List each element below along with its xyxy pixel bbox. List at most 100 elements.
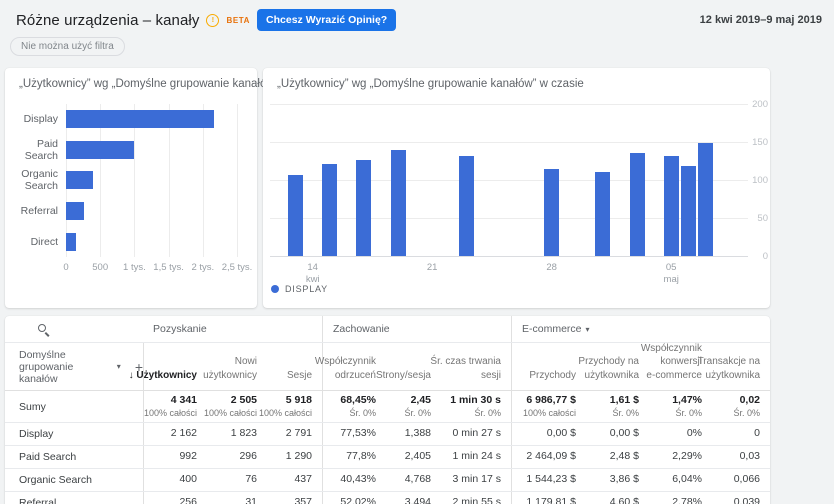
time-bar-5-maj[interactable] xyxy=(663,155,679,256)
time-bar-13-kwi[interactable] xyxy=(288,174,304,256)
bar-track xyxy=(66,171,237,190)
column-header-transakcje-na[interactable]: Transakcje na użytkownika xyxy=(698,343,770,390)
gridline xyxy=(237,104,238,257)
column-header--r-czas-trwania[interactable]: Śr. czas trwania sesji xyxy=(430,343,511,390)
cell-value: 296 xyxy=(239,450,257,463)
bar-display[interactable] xyxy=(66,110,214,129)
column-header-nowi[interactable]: Nowi użytkownicy xyxy=(203,343,267,390)
category-label: Display xyxy=(23,113,58,126)
date-range-selector[interactable]: 12 kwi 2019–9 maj 2019 xyxy=(700,14,822,26)
gridline xyxy=(270,142,748,143)
value-cell: 2 162 xyxy=(143,423,207,445)
column-header-u-ytkownicy[interactable]: ↓ Użytkownicy xyxy=(129,343,207,390)
feedback-button[interactable]: Chcesz Wyrazić Opinię? xyxy=(257,9,397,31)
gridline xyxy=(270,256,748,257)
value-cell: 2,405 xyxy=(386,446,441,468)
x-tick-label: 28 xyxy=(546,262,557,273)
cell-subvalue: Śr. 0% xyxy=(612,408,639,419)
cell-value: 2 162 xyxy=(170,427,197,440)
bar-paid-search[interactable] xyxy=(66,140,134,159)
cell-value: 2,29% xyxy=(672,450,702,463)
chevron-down-icon: ▾ xyxy=(116,362,121,371)
dimension-dropdown[interactable]: Domyślne grupowanie kanałów xyxy=(19,349,113,385)
value-cell: 1,61 $ Śr. 0% xyxy=(586,391,649,422)
group-header-zachowanie: Zachowanie xyxy=(322,316,511,342)
cell-subvalue: Śr. 0% xyxy=(474,408,501,419)
bar-direct[interactable] xyxy=(66,232,77,251)
cell-value: 0% xyxy=(686,427,702,440)
table-row-display: Display 2 162 1 823 2 791 77,53% 1,388 0 min 2… xyxy=(5,423,770,446)
column-header-label: Przychody xyxy=(529,369,576,381)
group-header-ecommerce[interactable]: E-commerce ▾ xyxy=(511,316,770,342)
value-cell: 0 min 27 s xyxy=(441,423,511,445)
time-bar-7-maj[interactable] xyxy=(697,142,713,256)
cell-value: 0,00 $ xyxy=(609,427,639,440)
value-cell: 1 min 30 s Śr. 0% xyxy=(441,391,511,422)
column-header-sesje[interactable]: Sesje xyxy=(267,343,322,390)
cell-value: 0 min 27 s xyxy=(452,427,501,440)
dimension-header-cell: Domyślne grupowanie kanałów ▾ + xyxy=(5,343,143,390)
column-header-przychody-na[interactable]: Przychody na użytkownika xyxy=(578,343,649,390)
table-search-button[interactable] xyxy=(5,316,143,342)
cell-subvalue: 100% całości xyxy=(258,408,312,419)
table-totals-row: Sumy 4 341 100% całości 2 505 100% całości 5… xyxy=(5,391,770,423)
value-cell: 2 min 55 s xyxy=(441,492,511,504)
x-tick-label: 14 kwi xyxy=(305,262,320,285)
left-chart-row-referral: Referral xyxy=(5,196,237,227)
channel-name: Organic Search xyxy=(19,474,92,486)
value-cell: 77,8% xyxy=(322,446,386,468)
value-cell: 6,04% xyxy=(649,469,712,491)
cell-value: 357 xyxy=(294,496,312,504)
value-cell: 296 xyxy=(207,446,267,468)
time-bar-23-kwi[interactable] xyxy=(458,155,474,256)
time-bar-19-kwi[interactable] xyxy=(390,150,406,256)
cell-value: 0,066 xyxy=(733,473,760,486)
value-cell: 0,03 xyxy=(712,446,770,468)
cell-value: 1 min 24 s xyxy=(452,450,501,463)
column-header-label: Transakcje na użytkownika xyxy=(697,356,760,381)
left-chart-row-display: Display xyxy=(5,104,237,135)
table-body: Display 2 162 1 823 2 791 77,53% 1,388 0 min 2… xyxy=(5,423,770,504)
value-cell: 2 791 xyxy=(267,423,322,445)
cell-value: 4,60 $ xyxy=(609,496,639,504)
value-cell: 2 464,09 $ xyxy=(511,446,586,468)
cell-value: 437 xyxy=(294,473,312,486)
value-cell: 3 min 17 s xyxy=(441,469,511,491)
value-cell: 4,60 $ xyxy=(586,492,649,504)
time-bar-15-kwi[interactable] xyxy=(322,164,338,256)
cell-value: 3 min 17 s xyxy=(452,473,501,486)
value-cell: 2,45 Śr. 0% xyxy=(386,391,441,422)
value-cell: 4,768 xyxy=(386,469,441,491)
time-bar-6-maj[interactable] xyxy=(680,165,696,256)
group-header-pozyskanie: Pozyskanie xyxy=(153,323,207,335)
time-bar-17-kwi[interactable] xyxy=(356,160,372,256)
value-cell: 2,78% xyxy=(649,492,712,504)
channels-data-table-card: Pozyskanie Zachowanie E-commerce ▾ Domyś… xyxy=(5,316,770,504)
channel-name: Paid Search xyxy=(19,451,77,463)
cell-value: 400 xyxy=(179,473,197,486)
time-bar-28-kwi[interactable] xyxy=(544,169,560,256)
time-bar-3-maj[interactable] xyxy=(629,152,645,256)
cell-value: 1,61 $ xyxy=(609,393,639,406)
time-bar-1-maj[interactable] xyxy=(595,171,611,256)
cell-value: 40,43% xyxy=(340,473,376,486)
cell-value: 1 179,81 $ xyxy=(526,496,576,504)
value-cell: 0,039 xyxy=(712,492,770,504)
value-cell: 52,02% xyxy=(322,492,386,504)
value-cell: 0,02 Śr. 0% xyxy=(712,391,770,422)
left-chart-title: „Użytkownicy” wg „Domyślne grupowanie ka… xyxy=(19,78,279,90)
y-tick-label: 0 xyxy=(762,251,768,262)
bar-referral[interactable] xyxy=(66,202,84,221)
category-label: Organic Search xyxy=(21,168,58,193)
bar-organic-search[interactable] xyxy=(66,171,94,190)
channel-name: Display xyxy=(19,428,54,440)
cell-value: 77,8% xyxy=(346,450,376,463)
cell-value: 1 544,23 $ xyxy=(526,473,576,486)
x-tick-label: 2,5 tys. xyxy=(221,262,253,273)
left-chart-row-paid-search: Paid Search xyxy=(5,135,237,166)
column-header-wsp-czynnik[interactable]: Współczynnik odrzuceń xyxy=(315,343,386,390)
value-cell: 40,43% xyxy=(322,469,386,491)
cell-subvalue: 100% całości xyxy=(522,408,576,419)
column-header-przychody[interactable]: Przychody xyxy=(511,343,586,390)
value-cell: 2,48 $ xyxy=(586,446,649,468)
